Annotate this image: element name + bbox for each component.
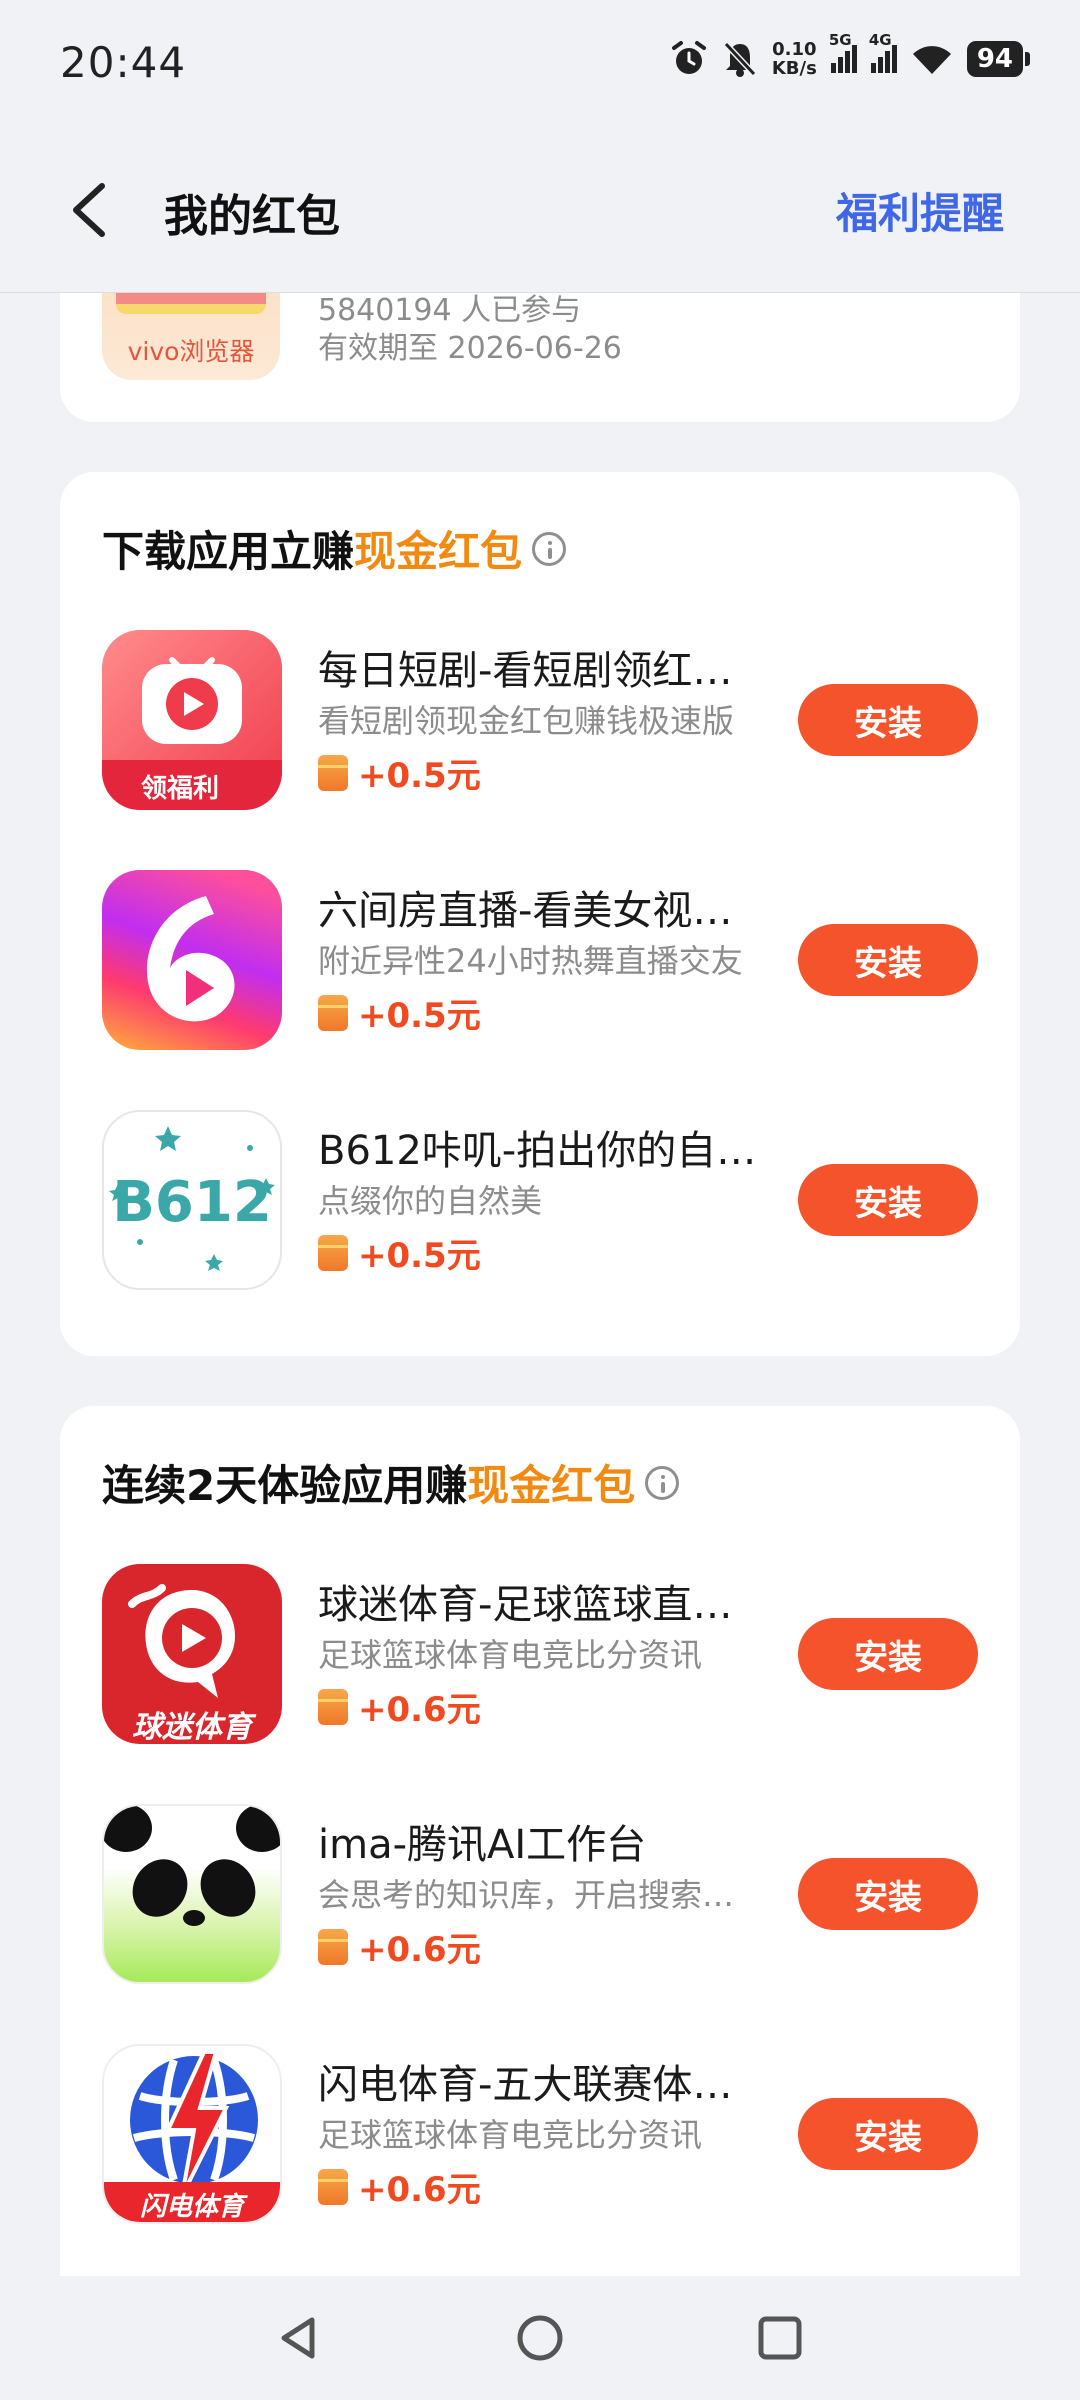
app-row[interactable]: 领福利 每日短剧-看短剧领红包赚钱极速版 看短剧领现金红包赚钱极速版 +0.5元…: [102, 630, 978, 810]
app-name: 六间房直播-看美女视频直播交友: [318, 888, 766, 934]
experience-apps-card: 连续2天体验应用赚 现金红包 球迷体育 球迷体育-足球篮球直播比分 足球篮球体育电…: [60, 1406, 1020, 2306]
app-desc: 附近异性24小时热舞直播交友: [318, 942, 743, 980]
red-packet-icon: [318, 1928, 348, 1965]
app-name: B612咔叽-拍出你的自然美: [318, 1128, 766, 1174]
signal-5g-icon: 5G: [829, 31, 857, 73]
shandian-sports-app-icon: 闪电体育: [102, 2044, 282, 2224]
app-row[interactable]: 六间房直播-看美女视频直播交友 附近异性24小时热舞直播交友 +0.5元 安装: [102, 870, 978, 1050]
red-packet-icon: [318, 1234, 348, 1271]
red-packet-icon: [318, 2168, 348, 2205]
app-name: 球迷体育-足球篮球直播比分: [318, 1582, 766, 1628]
reward: +0.6元: [318, 2162, 481, 2211]
app-desc: 足球篮球体育电竞比分资讯: [318, 2116, 703, 2154]
status-bar: 20:44 0.10 KB/s 5G 4G 94: [0, 0, 1080, 130]
install-button[interactable]: 安装: [798, 2098, 978, 2170]
section-title: 下载应用立赚 现金红包: [102, 518, 567, 579]
valid-until: 有效期至 2026-06-26: [318, 331, 622, 366]
page-title: 我的红包: [164, 191, 340, 242]
reward: +0.6元: [318, 1682, 481, 1731]
battery-tip: [1025, 52, 1030, 66]
benefit-reminder-link[interactable]: 福利提醒: [836, 180, 1004, 241]
app-name: 每日短剧-看短剧领红包赚钱极速版: [318, 648, 766, 694]
nav-home-icon[interactable]: [512, 2310, 568, 2366]
nav-recents-icon[interactable]: [752, 2310, 808, 2366]
reward: +0.5元: [318, 1228, 481, 1277]
download-apps-card: 下载应用立赚现金红包 领福利 每日短剧-看短剧领红包赚钱极速版 看短剧领现金红包…: [60, 472, 1020, 1356]
b612-app-icon: B612: [102, 1110, 282, 1290]
net-speed: 0.10 KB/s: [771, 39, 817, 79]
daily-drama-app-icon: 领福利: [102, 630, 282, 810]
app-desc: 会思考的知识库，开启搜索新体验: [318, 1876, 766, 1914]
battery-icon: 94: [966, 41, 1023, 77]
reward: +0.5元: [318, 988, 481, 1037]
reward: +0.6元: [318, 1922, 481, 1971]
app-row[interactable]: B612 B612咔叽-拍出你的自然美 点缀你的自然美 +0.5元 安装: [102, 1110, 978, 1290]
task-meta: 5840194 人已参与 有效期至 2026-06-26: [318, 292, 622, 368]
mute-bell-icon: [723, 41, 757, 77]
install-button[interactable]: 安装: [798, 924, 978, 996]
back-icon[interactable]: [62, 178, 122, 242]
install-button[interactable]: 安装: [798, 1164, 978, 1236]
liujianfang-app-icon: [102, 870, 282, 1050]
status-icons: 0.10 KB/s 5G 4G 94: [670, 31, 1030, 79]
vivo-browser-app-icon: vivo浏览器: [102, 280, 280, 380]
title-bar: 我的红包 福利提醒: [0, 130, 1080, 293]
section-title: 连续2天体验应用赚 现金红包: [102, 1452, 680, 1513]
app-desc: 看短剧领现金红包赚钱极速版: [318, 702, 735, 740]
red-packet-icon: [318, 754, 348, 791]
alarm-icon: [671, 41, 706, 74]
app-name: 闪电体育-五大联赛体育直播: [318, 2062, 766, 2108]
app-row[interactable]: 球迷体育 球迷体育-足球篮球直播比分 足球篮球体育电竞比分资讯 +0.6元 安装: [102, 1564, 978, 1744]
qiumi-sports-app-icon: 球迷体育: [102, 1564, 282, 1744]
system-nav-bar: [0, 2276, 1080, 2400]
install-button[interactable]: 安装: [798, 1618, 978, 1690]
app-desc: 足球篮球体育电竞比分资讯: [318, 1636, 703, 1674]
signal-4g-icon: 4G: [869, 31, 897, 73]
wifi-icon: [912, 46, 951, 74]
app-row[interactable]: 闪电体育 闪电体育-五大联赛体育直播 足球篮球体育电竞比分资讯 +0.6元 安装: [102, 2044, 978, 2224]
status-time: 20:44: [60, 38, 187, 87]
reward: +0.5元: [318, 748, 481, 797]
ima-app-icon: [102, 1804, 282, 1984]
app-row[interactable]: ima-腾讯AI工作台 会思考的知识库，开启搜索新体验 +0.6元 安装: [102, 1804, 978, 1984]
red-packet-icon: [318, 1688, 348, 1725]
info-icon[interactable]: [532, 531, 567, 566]
install-button[interactable]: 安装: [798, 1858, 978, 1930]
red-packet-icon: [318, 994, 348, 1031]
participants-count: 5840194 人已参与: [318, 293, 582, 328]
app-desc: 点缀你的自然美: [318, 1182, 543, 1220]
info-icon[interactable]: [645, 1465, 680, 1500]
app-name: ima-腾讯AI工作台: [318, 1822, 647, 1868]
nav-back-icon[interactable]: [272, 2310, 328, 2366]
install-button[interactable]: 安装: [798, 684, 978, 756]
